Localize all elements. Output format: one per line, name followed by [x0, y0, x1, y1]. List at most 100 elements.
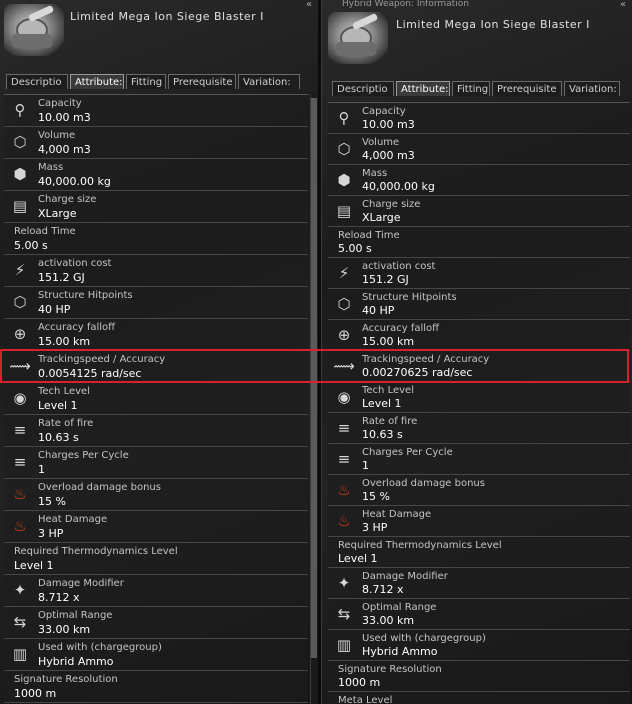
attribute-label: Charges Per Cycle — [38, 450, 129, 461]
attribute-label: Structure Hitpoints — [362, 292, 457, 303]
optimal-range-icon: ⇆ — [337, 605, 351, 623]
tab-description[interactable]: Descriptio — [6, 74, 68, 89]
attribute-label: activation cost — [38, 258, 112, 269]
attribute-label: Tech Level — [362, 385, 414, 396]
structure-hitpoints-icon: ⬡ — [337, 295, 351, 313]
attribute-row: Required Thermodynamics Level Level 1 — [328, 537, 630, 568]
tab-attributes[interactable]: Attribute: — [396, 81, 450, 96]
accuracy-falloff-icon: ⊕ — [337, 326, 351, 344]
tab-description[interactable]: Descriptio — [332, 81, 394, 96]
item-title: Limited Mega Ion Siege Blaster I — [396, 18, 590, 31]
attribute-label: Overload damage bonus — [38, 482, 161, 493]
attribute-row: Reload Time 5.00 s — [328, 227, 630, 258]
info-window-right: Hybrid Weapon: Information « Limited Meg… — [321, 0, 632, 704]
attribute-row: ⬡ Volume 4,000 m3 — [4, 127, 308, 159]
attribute-value: 40 HP — [362, 304, 395, 317]
tracking-speed-icon: ⟿ — [9, 357, 31, 375]
tab-variations[interactable]: Variation: — [564, 81, 620, 96]
attribute-label: Volume — [362, 137, 400, 148]
attribute-label: Required Thermodynamics Level — [14, 546, 178, 557]
attribute-label: Volume — [38, 130, 76, 141]
attribute-list: ⚲ Capacity 10.00 m3 ⬡ Volume 4,000 m3 ⬢ Mass 40,… — [4, 94, 308, 704]
attribute-label: Optimal Range — [38, 610, 113, 621]
attribute-value: 40,000.00 kg — [38, 175, 111, 188]
attribute-label: Rate of fire — [362, 416, 418, 427]
info-window-left: « Limited Mega Ion Siege Blaster I Descr… — [0, 0, 319, 704]
attribute-row: ⬢ Mass 40,000.00 kg — [4, 159, 308, 191]
attribute-row: ⚲ Capacity 10.00 m3 — [328, 103, 630, 134]
rate-of-fire-icon: ≡ — [337, 419, 351, 437]
attribute-value: Level 1 — [338, 552, 378, 565]
attribute-label: Charge size — [38, 194, 97, 205]
item-title: Limited Mega Ion Siege Blaster I — [70, 10, 264, 23]
attribute-row: ⟿ Trackingspeed / Accuracy 0.00270625 rad/… — [328, 351, 630, 382]
tab-prerequisites[interactable]: Prerequisite — [168, 74, 236, 89]
attribute-value: 0.0054125 rad/sec — [38, 367, 142, 380]
attribute-value: 1000 m — [338, 676, 381, 689]
attribute-value: 5.00 s — [338, 242, 372, 255]
attribute-value: 15 % — [38, 495, 66, 508]
attribute-value: XLarge — [38, 207, 77, 220]
attribute-label: Optimal Range — [362, 602, 437, 613]
attribute-value: 15.00 km — [38, 335, 91, 348]
attribute-value: Level 1 — [14, 559, 54, 572]
attribute-value: 1 — [38, 463, 45, 476]
attribute-row: ◉ Tech Level Level 1 — [4, 383, 308, 415]
attribute-row: ♨ Overload damage bonus 15 % — [4, 479, 308, 511]
attribute-row: ⬡ Volume 4,000 m3 — [328, 134, 630, 165]
attribute-value: 33.00 km — [362, 614, 415, 627]
damage-modifier-icon: ✦ — [337, 574, 351, 592]
heat-damage-icon: ♨ — [337, 512, 351, 530]
attribute-label: Meta Level — [338, 695, 393, 704]
attribute-row: ⊕ Accuracy falloff 15.00 km — [4, 319, 308, 351]
attribute-value: 40 HP — [38, 303, 71, 316]
attribute-value: 10.00 m3 — [362, 118, 415, 131]
attribute-value: 10.00 m3 — [38, 111, 91, 124]
attribute-label: Reload Time — [338, 230, 400, 241]
attribute-value: 1 — [362, 459, 369, 472]
scrollbar[interactable] — [310, 94, 317, 704]
tab-bar: Descriptio Attribute: Fitting Prerequisi… — [332, 81, 620, 96]
tab-fitting[interactable]: Fitting — [126, 74, 166, 89]
volume-icon: ⬡ — [337, 140, 351, 158]
attribute-label: Damage Modifier — [38, 578, 124, 589]
attribute-label: Heat Damage — [362, 509, 432, 520]
attribute-value: 8.712 x — [38, 591, 80, 604]
turret-base-shape — [12, 34, 52, 48]
attribute-label: Required Thermodynamics Level — [338, 540, 502, 551]
item-thumbnail — [4, 4, 64, 56]
attribute-label: Tech Level — [38, 386, 90, 397]
volume-icon: ⬡ — [13, 133, 27, 151]
attribute-list: ⚲ Capacity 10.00 m3 ⬡ Volume 4,000 m3 ⬢ Mass 40,… — [328, 102, 630, 704]
attribute-row: ◉ Tech Level Level 1 — [328, 382, 630, 413]
collapse-button-right[interactable]: « — [620, 0, 626, 10]
attribute-label: Rate of fire — [38, 418, 94, 429]
scrollbar-thumb[interactable] — [311, 98, 317, 658]
attribute-label: Structure Hitpoints — [38, 290, 133, 301]
attribute-value: 0.00270625 rad/sec — [362, 366, 473, 379]
attribute-label: activation cost — [362, 261, 436, 272]
overload-damage-icon: ♨ — [13, 485, 27, 503]
attribute-value: Hybrid Ammo — [38, 655, 114, 668]
tab-prerequisites[interactable]: Prerequisite — [492, 81, 562, 96]
attribute-label: Trackingspeed / Accuracy — [362, 354, 490, 365]
attribute-value: 4,000 m3 — [362, 149, 415, 162]
attribute-label: Heat Damage — [38, 514, 108, 525]
capacity-icon: ⚲ — [14, 101, 26, 119]
tab-bar: Descriptio Attribute: Fitting Prerequisi… — [6, 74, 300, 89]
tab-variations[interactable]: Variation: — [238, 74, 300, 89]
used-with-icon: ▥ — [336, 636, 352, 654]
attribute-row: ✦ Damage Modifier 8.712 x — [328, 568, 630, 599]
tab-attributes[interactable]: Attribute: — [70, 74, 124, 89]
mass-icon: ⬢ — [337, 171, 351, 189]
attribute-row: ⬢ Mass 40,000.00 kg — [328, 165, 630, 196]
attribute-row: Signature Resolution 1000 m — [4, 671, 308, 703]
attribute-label: Used with (chargegroup) — [38, 642, 162, 653]
collapse-button-left[interactable]: « — [306, 0, 312, 10]
attribute-row: ⇆ Optimal Range 33.00 km — [4, 607, 308, 639]
charge-size-icon: ▤ — [336, 202, 352, 220]
heat-damage-icon: ♨ — [13, 517, 27, 535]
tab-fitting[interactable]: Fitting — [452, 81, 490, 96]
attribute-row: ✦ Damage Modifier 8.712 x — [4, 575, 308, 607]
attribute-value: Level 1 — [362, 397, 402, 410]
